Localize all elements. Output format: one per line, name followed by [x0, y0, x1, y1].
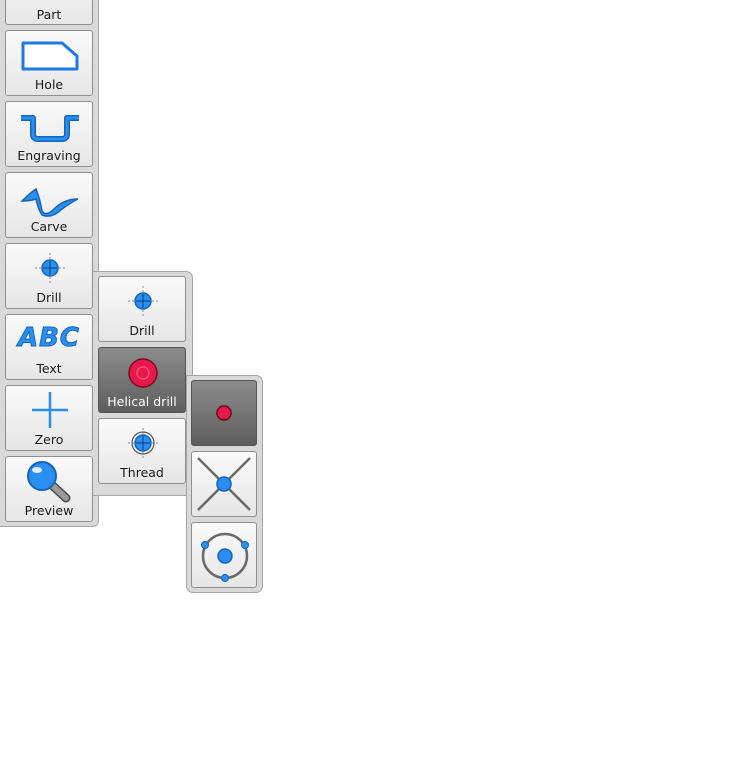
cross-center-icon [197, 457, 251, 511]
carve-label: Carve [30, 219, 68, 234]
thread-button[interactable]: Thread [98, 418, 186, 484]
single-point-button[interactable] [191, 380, 257, 446]
hole-button[interactable]: Hole [5, 30, 93, 96]
zero-label: Zero [34, 432, 64, 447]
single-point-icon [216, 405, 232, 421]
submenu-drill-button[interactable]: Drill [98, 276, 186, 342]
text-button[interactable]: ABC Text [5, 314, 93, 380]
text-label: Text [36, 361, 62, 376]
thread-icon [128, 428, 158, 458]
helical-drill-button[interactable]: Helical drill [98, 347, 186, 413]
circle-center-button[interactable] [191, 522, 257, 588]
circle-center-icon [201, 532, 249, 582]
zero-button[interactable]: Zero [5, 385, 93, 451]
preview-label: Preview [24, 503, 74, 518]
carve-icon [20, 187, 79, 217]
engraving-label: Engraving [17, 148, 81, 163]
preview-button[interactable]: Preview [5, 456, 93, 522]
drill-icon [35, 253, 65, 283]
part-button[interactable]: Part [5, 0, 93, 25]
helical-drill-icon [128, 358, 158, 388]
drill-label: Drill [36, 290, 62, 305]
drill-button[interactable]: Drill [5, 243, 93, 309]
carve-button[interactable]: Carve [5, 172, 93, 238]
magnifier-icon [27, 461, 71, 503]
text-abc-icon: ABC [17, 323, 81, 354]
engraving-button[interactable]: Engraving [5, 101, 93, 167]
part-label: Part [36, 7, 62, 22]
zero-crosshair-icon [32, 392, 68, 428]
cross-center-button[interactable] [191, 451, 257, 517]
hole-label: Hole [34, 77, 64, 92]
hole-icon [21, 41, 79, 71]
thread-label: Thread [120, 465, 164, 480]
helical-drill-label: Helical drill [107, 394, 177, 409]
submenu-drill-label: Drill [129, 323, 155, 338]
engraving-icon [21, 115, 79, 142]
drill-icon [128, 286, 158, 316]
part-icon [22, 0, 78, 7]
